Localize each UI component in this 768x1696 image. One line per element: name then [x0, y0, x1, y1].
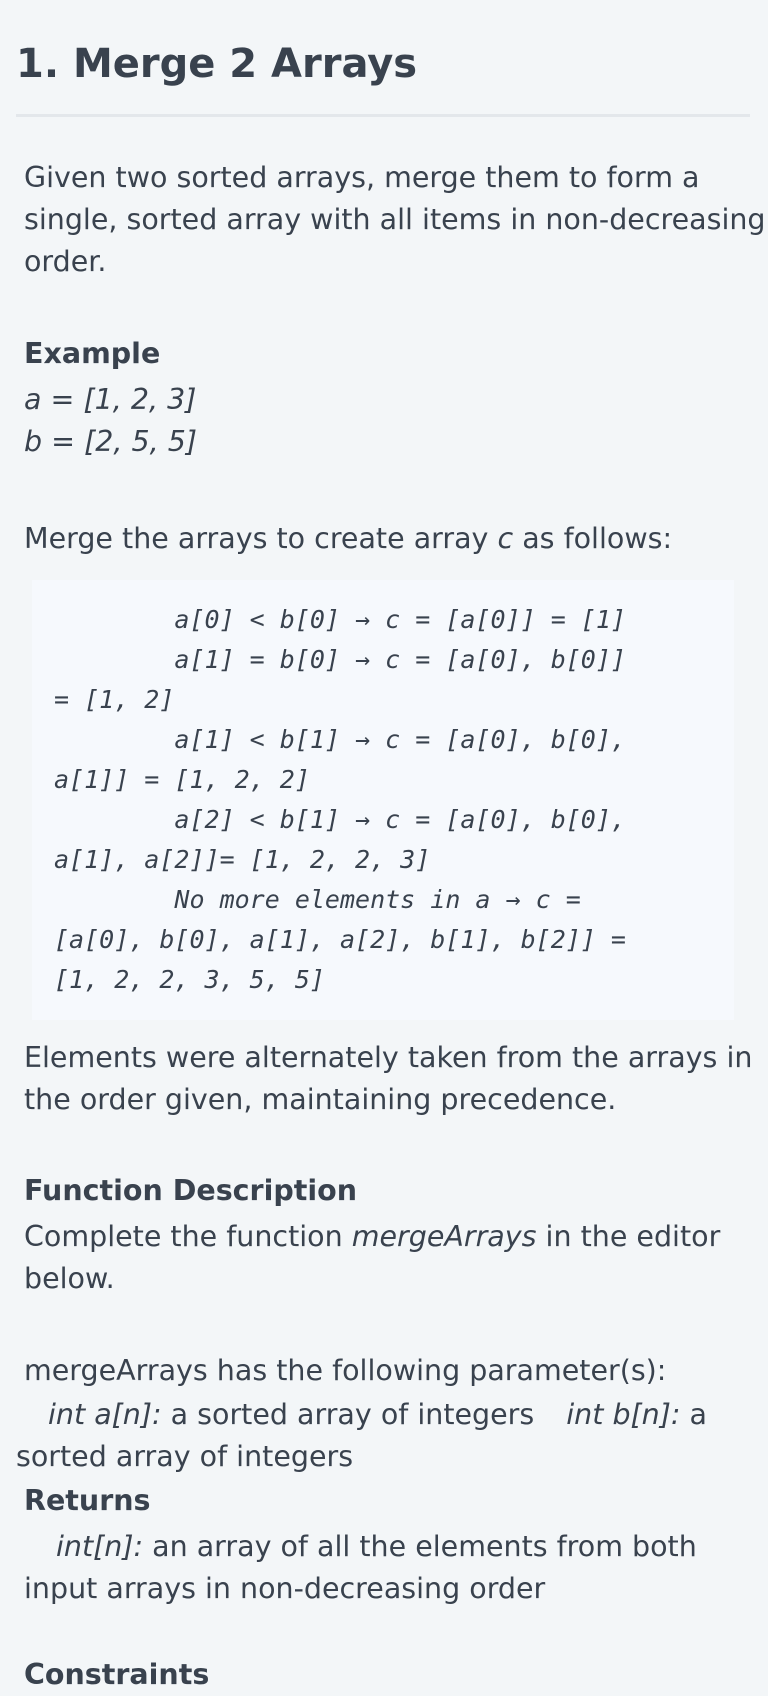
- function-description-heading: Function Description: [24, 1174, 358, 1207]
- code-line: a[1] < b[1] → c = [a[0], b[0],: [54, 725, 626, 754]
- parameter-a-name: int a[n]:: [48, 1398, 162, 1431]
- description-line: single, sorted array with all items in n…: [24, 203, 766, 236]
- returns-line: int[n]: an array of all the elements fro…: [24, 1526, 697, 1568]
- code-line: [1, 2, 2, 3, 5, 5]: [54, 965, 325, 994]
- parameter-a-description: a sorted array of integers: [161, 1398, 535, 1431]
- description-line: order.: [24, 245, 107, 278]
- function-description-text-end: in the editor: [536, 1220, 721, 1253]
- parameter-b-description: a: [680, 1398, 707, 1431]
- example-intro-text: Merge the arrays to create array: [24, 522, 498, 555]
- constraints-heading: Constraints: [24, 1658, 210, 1691]
- code-line: [a[0], b[0], a[1], a[2], b[1], b[2]] =: [54, 925, 626, 954]
- example-heading: Example: [24, 337, 161, 370]
- problem-statement-page: 1. Merge 2 Arrays Given two sorted array…: [0, 0, 768, 1691]
- returns-heading: Returns: [24, 1484, 151, 1517]
- example-array-a: a = [1, 2, 3]: [24, 383, 197, 416]
- example-array-b: b = [2, 5, 5]: [24, 425, 197, 458]
- example-intro: Merge the arrays to create array c as fo…: [24, 518, 672, 560]
- function-name: mergeArrays: [351, 1220, 537, 1253]
- code-line: a[2] < b[1] → c = [a[0], b[0],: [54, 805, 626, 834]
- example-intro-text-end: as follows:: [513, 522, 673, 555]
- parameters-intro: mergeArrays has the following parameter(…: [24, 1354, 667, 1387]
- code-line: a[1]] = [1, 2, 2]: [54, 765, 310, 794]
- returns-line: input arrays in non-decreasing order: [24, 1572, 546, 1605]
- parameter-b-name: int b[n]:: [566, 1398, 681, 1431]
- code-line: = [1, 2]: [54, 685, 175, 714]
- returns-description: int[n]: an array of all the elements fro…: [24, 1526, 697, 1610]
- parameters-line: sorted array of integers: [16, 1440, 354, 1473]
- function-description-text-start: Complete the function: [24, 1220, 352, 1253]
- code-line: a[0] < b[0] → c = [a[0]] = [1]: [54, 605, 626, 634]
- problem-description: Given two sorted arrays, merge them to f…: [24, 157, 766, 283]
- function-description-line: below.: [24, 1262, 115, 1295]
- code-line: No more elements in a → c =: [54, 885, 581, 914]
- parameters-line: int a[n]: a sorted array of integers int …: [16, 1394, 736, 1436]
- conclusion-line: Elements were alternately taken from the…: [24, 1041, 753, 1074]
- returns-description-text: an array of all the elements from both: [143, 1530, 697, 1563]
- example-conclusion: Elements were alternately taken from the…: [24, 1037, 752, 1121]
- code-line: a[1] = b[0] → c = [a[0], b[0]]: [54, 645, 626, 674]
- title-divider: [16, 114, 750, 117]
- code-line: a[1], a[2]]= [1, 2, 2, 3]: [54, 845, 431, 874]
- function-description-text: Complete the function mergeArrays in the…: [24, 1216, 720, 1300]
- example-intro-var: c: [497, 522, 514, 555]
- conclusion-line: the order given, maintaining precedence.: [24, 1083, 617, 1116]
- parameters-list: int a[n]: a sorted array of integers int …: [16, 1394, 736, 1478]
- description-line: Given two sorted arrays, merge them to f…: [24, 161, 700, 194]
- returns-type: int[n]:: [56, 1530, 144, 1563]
- problem-title: 1. Merge 2 Arrays: [16, 41, 418, 87]
- function-description-line: Complete the function mergeArrays in the…: [24, 1216, 720, 1258]
